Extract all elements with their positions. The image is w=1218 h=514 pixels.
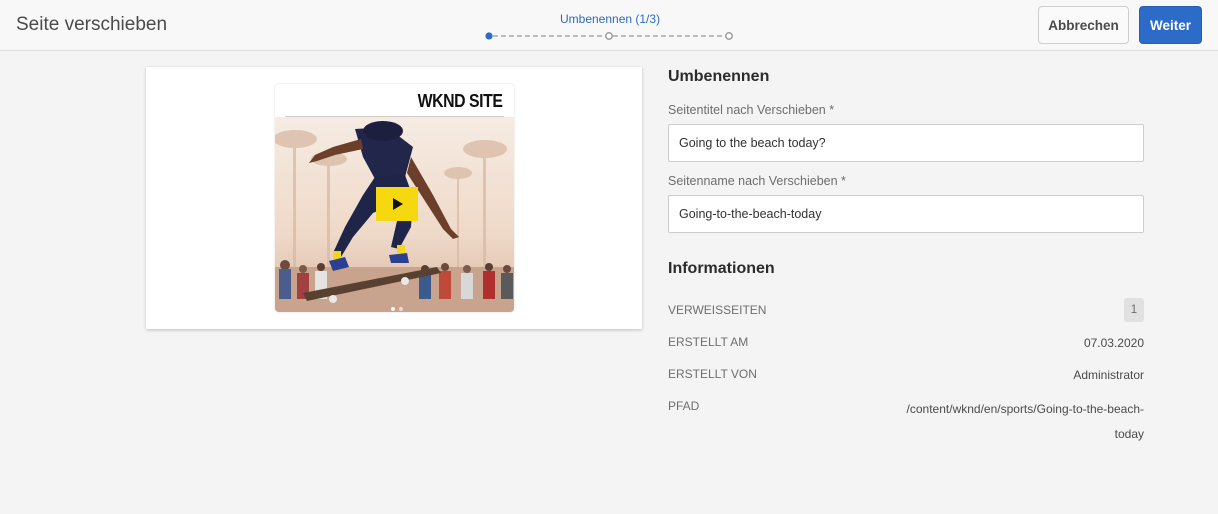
- created-date-value: 07.03.2020: [1083, 336, 1144, 350]
- page-name-label: Seitenname nach Verschieben *: [668, 174, 846, 188]
- wizard-step-1: [485, 32, 493, 40]
- site-brand: WKND SITE: [417, 91, 502, 111]
- page-preview-card: WKND SITE: [146, 67, 642, 329]
- cancel-button[interactable]: Abbrechen: [1038, 6, 1129, 44]
- path-label: PFAD: [668, 399, 700, 413]
- rename-section-title: Umbenennen: [668, 68, 770, 85]
- created-by-label: ERSTELLT VON: [668, 367, 757, 381]
- wizard-progress: [485, 32, 733, 40]
- page-title-label: Seitentitel nach Verschieben *: [668, 103, 835, 117]
- references-count-badge[interactable]: 1: [1124, 298, 1144, 322]
- page-name-input[interactable]: [668, 195, 1144, 233]
- wizard-step-3: [725, 32, 733, 40]
- wizard-step-2: [605, 32, 613, 40]
- play-icon[interactable]: [376, 187, 418, 221]
- page-thumbnail: WKND SITE: [275, 84, 514, 312]
- next-button[interactable]: Weiter: [1139, 6, 1202, 44]
- info-section-title: Informationen: [668, 260, 775, 277]
- references-label: VERWEISSEITEN: [668, 303, 767, 317]
- top-bar: Seite verschieben Umbenennen (1/3) Abbre…: [0, 0, 1218, 51]
- wizard-step-label: Umbenennen (1/3): [560, 12, 661, 26]
- created-date-label: ERSTELLT AM: [668, 335, 749, 349]
- page-title-input[interactable]: [668, 124, 1144, 162]
- skateboarder-photo: [275, 117, 514, 312]
- created-by-value: Administrator: [1073, 368, 1144, 382]
- page-title: Seite verschieben: [16, 14, 168, 35]
- path-value: /content/wknd/en/sports/Going-to-the-bea…: [906, 402, 1144, 441]
